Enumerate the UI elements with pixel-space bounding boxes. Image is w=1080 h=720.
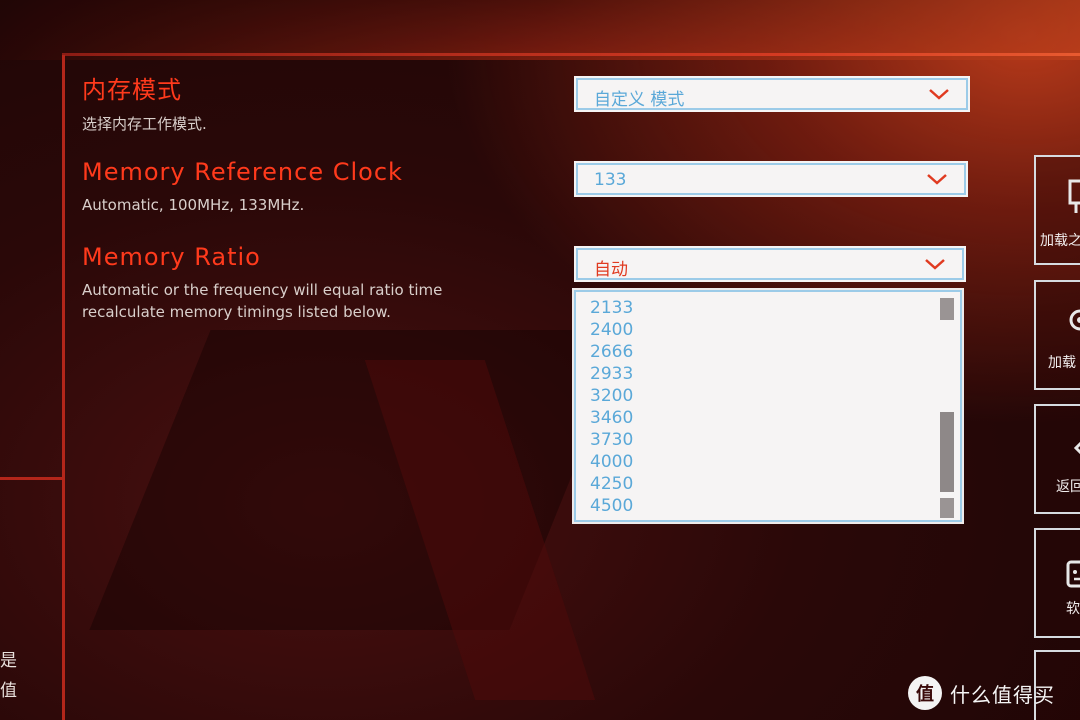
scrollbar-thumb[interactable] [940,412,954,492]
side-button-label: 返回 [1056,479,1080,495]
setting-description: 选择内存工作模式. [82,115,207,133]
select-value: 自定义 模式 [594,90,685,110]
scroll-down-button[interactable] [940,498,954,518]
setting-memory-reference-clock: Memory Reference Clock Automatic, 100MHz… [82,158,403,216]
back-icon [1073,441,1080,455]
side-button-label: 加载之 [1040,233,1080,249]
dropdown-option[interactable]: 4000 [590,452,633,472]
side-button-load-profile[interactable]: 加载之 [1034,155,1080,265]
setting-title: 内存模式 [82,76,182,104]
setting-description: Automatic or the frequency will equal ra… [82,279,442,323]
load-icon [1069,309,1080,331]
side-button-back[interactable]: 返回 [1034,404,1080,514]
setting-title: Memory Reference Clock [82,158,403,186]
dropdown-option[interactable]: 4500 [590,496,633,516]
site-watermark: 值 什么值得买 [908,676,1055,710]
side-button-label: 软 [1066,601,1080,617]
header-divider [62,53,1080,56]
chevron-down-icon [929,89,949,100]
dropdown-option[interactable]: 3200 [590,386,633,406]
left-navigation-panel [0,55,65,720]
dropdown-option[interactable]: 2133 [590,298,633,318]
setting-description-line: Automatic or the frequency will equal ra… [82,281,443,299]
dropdown-option[interactable]: 3730 [590,430,633,450]
dropdown-option[interactable]: 4250 [590,474,633,494]
top-glow [0,0,1080,60]
chevron-down-icon [927,174,947,185]
side-button-load[interactable]: 加载 [1034,280,1080,390]
load-profile-icon [1068,179,1080,213]
left-panel-label-fragment[interactable]: 值 [0,676,17,701]
setting-memory-ratio: Memory Ratio Automatic or the frequency … [82,243,442,323]
dropdown-option[interactable]: 2666 [590,342,633,362]
chevron-down-icon [925,259,945,270]
memory-ratio-dropdown-list[interactable]: 2133 2400 2666 2933 3200 3460 3730 4000 … [572,288,964,524]
setting-memory-mode: 内存模式 选择内存工作模式. [82,70,207,135]
left-panel-label-fragment[interactable]: 是 [0,646,17,671]
watermark-logo-icon: 值 [908,676,942,710]
side-button-label: 加载 [1048,355,1076,371]
dropdown-option[interactable]: 2933 [590,364,633,384]
side-button-software[interactable]: 软 [1034,528,1080,638]
scroll-up-button[interactable] [940,298,954,320]
select-value: 自动 [594,260,628,280]
select-value: 133 [594,170,627,190]
dropdown-option[interactable]: 3460 [590,408,633,428]
setting-description: Automatic, 100MHz, 133MHz. [82,196,305,214]
setting-title: Memory Ratio [82,243,261,271]
memory-mode-select[interactable]: 自定义 模式 [574,76,970,112]
left-panel-divider [0,477,62,480]
software-icon [1066,560,1080,588]
setting-description-line: recalculate memory timings listed below. [82,303,391,321]
memory-ratio-select[interactable]: 自动 [574,246,966,282]
watermark-text: 什么值得买 [950,682,1055,707]
memory-reference-clock-select[interactable]: 133 [574,161,968,197]
dropdown-option[interactable]: 2400 [590,320,633,340]
